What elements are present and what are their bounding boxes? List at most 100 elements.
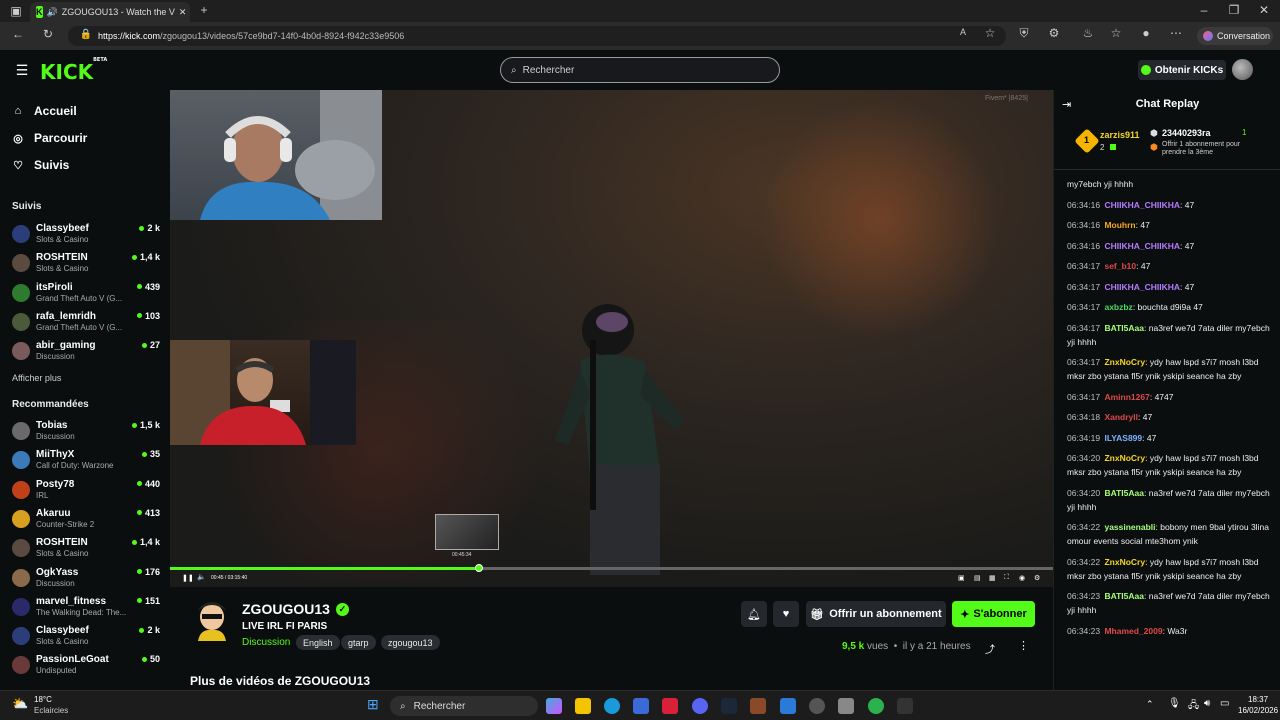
follow-heart-button[interactable]: ♥ <box>773 601 799 627</box>
close-window-icon[interactable]: ✕ <box>1256 3 1272 17</box>
channel-item[interactable]: Classybeef Slots & Casino 2 k <box>12 221 160 247</box>
gift-prompt-text[interactable]: Offrir 1 abonnement pour prendre la 3ème <box>1162 141 1262 157</box>
share-icon[interactable]: ⤴ <box>985 641 995 656</box>
volume-tray-icon[interactable]: 🔊︎ <box>1204 698 1210 709</box>
chat-username[interactable]: Mouhrn <box>1104 220 1135 230</box>
hamburger-menu-icon[interactable]: ☰ <box>14 62 30 79</box>
channel-item[interactable]: MiiThyX Call of Duty: Warzone 35 <box>12 447 160 473</box>
notification-bell-button[interactable]: 🔔︎ <box>741 601 767 627</box>
tray-chevron-icon[interactable]: ⌃ <box>1146 699 1154 710</box>
maximize-icon[interactable]: ❐ <box>1226 3 1242 17</box>
video-player[interactable]: Fivem* |8425| 00:45:34 ❚❚ 🔈 00:45 / 03:1… <box>170 90 1053 587</box>
new-tab-icon[interactable]: + <box>196 3 212 17</box>
show-more-link[interactable]: Afficher plus <box>12 373 61 383</box>
window-menu-icon[interactable]: ▣ <box>8 4 24 18</box>
more-options-icon[interactable]: ⋯ <box>1168 26 1184 40</box>
performance-icon[interactable]: ♨ <box>1080 26 1096 40</box>
channel-item[interactable]: marvel_fitness The Walking Dead: The... 15… <box>12 594 160 620</box>
volume-icon[interactable]: 🔈 <box>197 573 206 581</box>
channel-item[interactable]: ROSHTEIN Slots & Casino 1,4 k <box>12 250 160 276</box>
network-icon[interactable]: 🖧 <box>1188 698 1199 715</box>
chat-username[interactable]: BATI5Aaa <box>1104 488 1144 498</box>
game-app-icon[interactable] <box>750 698 766 714</box>
channel-item[interactable]: OgkYass Discussion 176 <box>12 565 160 591</box>
taskbar-search[interactable]: ⌕ Rechercher <box>390 696 538 716</box>
windows-start-icon[interactable]: ⊞ <box>367 696 379 713</box>
tag-english[interactable]: English <box>296 635 340 650</box>
channel-name[interactable]: ZGOUGOU13 ✓ <box>242 601 349 617</box>
channel-item[interactable]: Posty78 IRL 440 <box>12 477 160 503</box>
app-icon-gray[interactable] <box>809 698 825 714</box>
favorites-icon[interactable]: ☆ <box>1108 26 1124 40</box>
close-tab-icon[interactable]: ✕ <box>179 7 187 18</box>
get-kicks-button[interactable]: Obtenir KICKs <box>1138 60 1226 80</box>
browser-tab[interactable]: K 🔊 ZGOUGOU13 - Watch the V ✕ <box>30 2 190 22</box>
chat-username[interactable]: Aminn1267 <box>1104 392 1149 402</box>
app-icon-dark[interactable] <box>897 698 913 714</box>
quality-icon[interactable]: ◉ <box>1019 574 1025 582</box>
channel-item[interactable]: rafa_lemridh Grand Theft Auto V (G... 103 <box>12 309 160 335</box>
clock-time[interactable]: 18:37 <box>1248 695 1268 704</box>
gift-sub-button[interactable]: 🎁︎ Offrir un abonnement <box>806 601 946 627</box>
edge-icon[interactable] <box>604 698 620 714</box>
theater-icon[interactable]: ▤ <box>974 574 981 582</box>
store-icon[interactable] <box>633 698 649 714</box>
acrobat-icon[interactable] <box>662 698 678 714</box>
pause-icon[interactable]: ❚❚ <box>182 574 194 582</box>
chat-username[interactable]: ILYAS899 <box>1104 433 1142 443</box>
stream-category[interactable]: Discussion <box>242 637 290 648</box>
second-gifter-name[interactable]: 23440293ra <box>1162 128 1211 138</box>
reload-icon[interactable]: ↻ <box>40 27 56 41</box>
kick-logo[interactable]: KICKBETA <box>40 57 107 84</box>
url-field[interactable]: 🔒 https://kick.com/zgougou13/videos/57ce… <box>68 26 1006 46</box>
channel-item[interactable]: abir_gaming Discussion 27 <box>12 338 160 364</box>
chat-username[interactable]: CHIIKHA_CHIIKHA <box>1104 200 1180 210</box>
extensions-icon[interactable]: ⚙ <box>1046 26 1062 40</box>
chat-username[interactable]: BATI5Aaa <box>1104 591 1144 601</box>
settings-app-icon[interactable] <box>838 698 854 714</box>
profile-icon[interactable]: ● <box>1138 26 1154 40</box>
more-vertical-icon[interactable]: ⋮ <box>1018 639 1029 652</box>
copilot-app-icon[interactable] <box>546 698 562 714</box>
user-avatar[interactable] <box>1232 59 1253 80</box>
chat-username[interactable]: ZnxNoCry <box>1104 357 1145 367</box>
read-aloud-icon[interactable]: A <box>955 27 971 37</box>
channel-item[interactable]: PassionLeGoat Undisputed 50 <box>12 652 160 678</box>
microphone-icon[interactable]: 🎙︎ <box>1168 698 1181 709</box>
chat-username[interactable]: yassinenabli <box>1104 522 1155 532</box>
minimize-icon[interactable]: – <box>1196 3 1212 17</box>
clock-date[interactable]: 16/02/2026 <box>1238 706 1278 715</box>
pip-icon[interactable]: ▦ <box>989 574 996 582</box>
tag-zgougou13[interactable]: zgougou13 <box>381 635 440 650</box>
chat-username[interactable]: ZnxNoCry <box>1104 453 1145 463</box>
chat-username[interactable]: BATI5Aaa <box>1104 323 1144 333</box>
channel-item[interactable]: ROSHTEIN Slots & Casino 1,4 k <box>12 535 160 561</box>
conversation-button[interactable]: Conversation <box>1197 27 1273 45</box>
nav-home[interactable]: ⌂ Accueil <box>12 104 77 118</box>
channel-avatar[interactable] <box>194 601 230 641</box>
nav-following[interactable]: ♡ Suivis <box>12 158 69 172</box>
battery-icon[interactable]: ▭ <box>1220 698 1229 709</box>
progress-bar[interactable] <box>170 564 1053 572</box>
clip-icon[interactable]: ▣ <box>958 574 965 582</box>
weather-icon[interactable]: ⛅ <box>12 696 28 712</box>
app-icon-blue[interactable] <box>780 698 796 714</box>
nav-browse[interactable]: ◎ Parcourir <box>12 131 87 145</box>
shield-extension-icon[interactable]: ⛨ <box>1016 26 1032 41</box>
subscribe-button[interactable]: ✦ S'abonner <box>952 601 1035 627</box>
settings-icon[interactable]: ⚙ <box>1034 574 1040 582</box>
top-gifter-name[interactable]: zarzis911 <box>1100 130 1140 140</box>
channel-item[interactable]: Classybeef Slots & Casino 2 k <box>12 623 160 649</box>
chat-username[interactable]: sef_b10 <box>1104 261 1136 271</box>
back-icon[interactable]: ← <box>10 27 26 41</box>
favorite-star-icon[interactable]: ☆ <box>982 26 998 40</box>
chat-username[interactable]: Xandryll <box>1104 412 1138 422</box>
channel-item[interactable]: Tobias Discussion 1,5 k <box>12 418 160 444</box>
chat-username[interactable]: Mhamed_2009 <box>1104 626 1162 636</box>
chat-username[interactable]: CHIIKHA_CHIIKHA <box>1104 282 1180 292</box>
chat-username[interactable]: ZnxNoCry <box>1104 557 1145 567</box>
speaker-icon[interactable]: 🔊 <box>47 7 58 18</box>
search-input[interactable]: ⌕ Rechercher <box>500 57 780 83</box>
lock-icon[interactable]: 🔒 <box>78 29 94 40</box>
channel-item[interactable]: Akaruu Counter-Strike 2 413 <box>12 506 160 532</box>
